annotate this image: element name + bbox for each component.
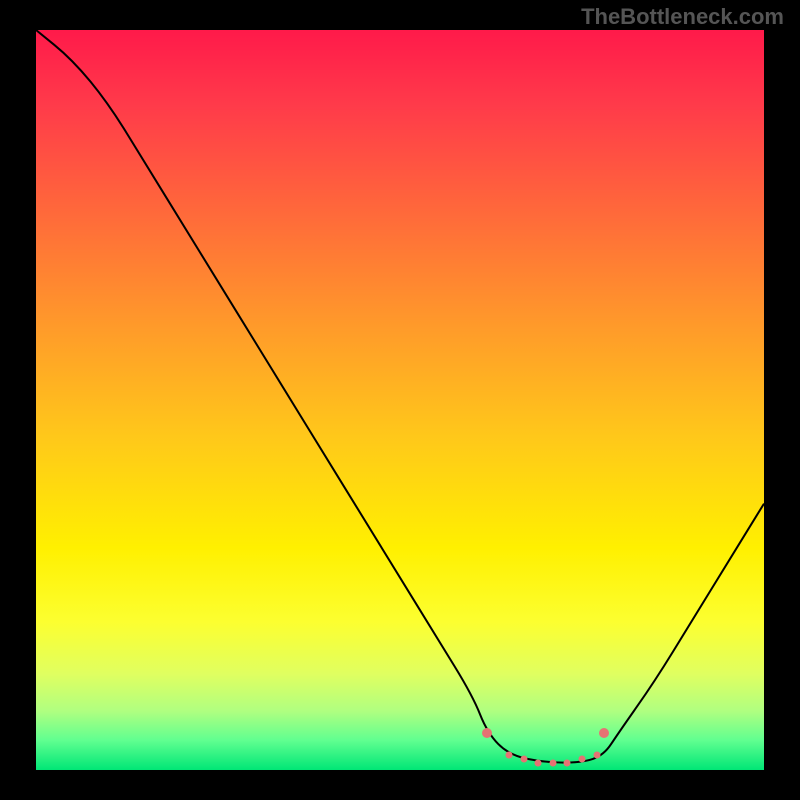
optimal-marker: [506, 752, 513, 759]
optimal-marker: [593, 752, 600, 759]
optimal-marker: [549, 759, 556, 766]
chart-plot-area: [36, 30, 764, 770]
optimal-marker: [579, 755, 586, 762]
optimal-markers-layer: [36, 30, 764, 770]
optimal-marker: [520, 755, 527, 762]
optimal-marker: [599, 728, 609, 738]
optimal-marker: [564, 759, 571, 766]
watermark-text: TheBottleneck.com: [581, 4, 784, 30]
optimal-marker: [482, 728, 492, 738]
optimal-marker: [535, 759, 542, 766]
